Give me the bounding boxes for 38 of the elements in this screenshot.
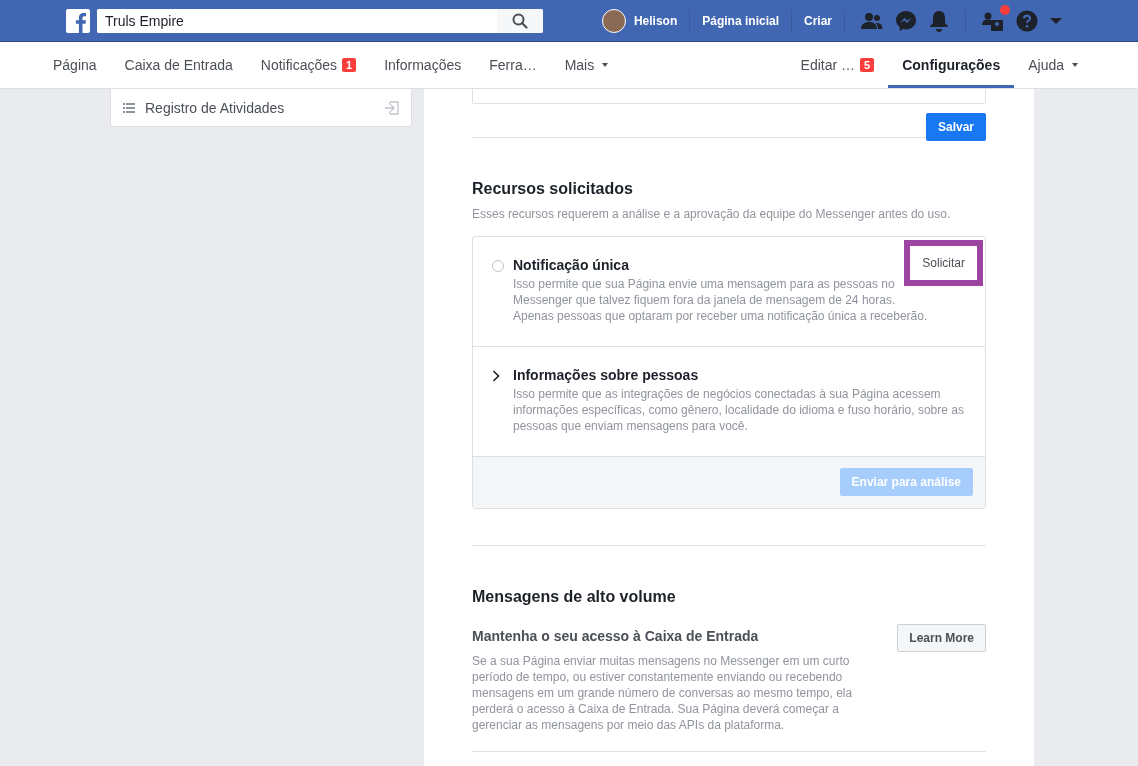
friends-icon[interactable] — [861, 12, 883, 30]
nav-tab[interactable]: Notificações 1 — [246, 42, 371, 88]
nav-tab[interactable]: Caixa de Entrada — [110, 42, 247, 88]
section-subtitle: Mantenha o seu acesso à Caixa de Entrada — [472, 628, 760, 644]
header-link[interactable]: Página inicial — [700, 14, 781, 28]
nav-tab[interactable]: Página — [39, 42, 111, 88]
request-button[interactable]: Solicitar — [904, 240, 983, 286]
sidebar-item[interactable]: Registro de Atividades — [145, 99, 285, 116]
avatar[interactable] — [601, 9, 626, 33]
section-subtitle: Esses recursos requerem a análise e a aprovação da equipe do Messenger antes do uso. — [472, 207, 952, 221]
count-badge: 1 — [342, 58, 357, 72]
header-link[interactable]: Criar — [802, 14, 834, 28]
nav-tab[interactable]: Ferra… — [475, 42, 551, 88]
input-field[interactable] — [472, 89, 986, 104]
nav-tab[interactable]: Mais — [550, 42, 623, 88]
page-icon[interactable] — [982, 11, 1004, 31]
section-title: Mensagens de alto volume — [472, 588, 677, 606]
feature-description: Isso permite que as integrações de negócios conectadas à sua Página acessem informações específicas, como gênero, localidade do idioma e fuso horário, sobre as pessoas que enviam mensagens para você. — [513, 386, 965, 434]
caret-icon[interactable] — [1050, 17, 1062, 25]
search-button[interactable] — [497, 9, 543, 33]
messenger-icon[interactable] — [895, 10, 917, 32]
count-badge: 5 — [860, 58, 875, 72]
help-icon[interactable] — [1016, 10, 1038, 32]
nav-tab[interactable]: Editar … 5 — [786, 42, 889, 88]
learn-more-button[interactable]: Learn More — [897, 624, 986, 652]
nav-tab[interactable]: Ajuda — [1014, 42, 1092, 88]
bell-icon[interactable] — [929, 10, 949, 32]
logo-icon[interactable] — [66, 9, 90, 33]
section-description: Se a sua Página enviar muitas mensagens no Messenger em um curto período de tempo, ou estiver constantemente enviando ou recebendo mensagens em um grande número de conversas ao mesmo tempo, ela perderá o acesso à Caixa de Entrada. Sua Página deverá começar a gerenciar as mensagens por meio das APIs da plataforma. — [472, 653, 854, 733]
feature-title: Informações sobre pessoas — [513, 367, 700, 383]
nav-tab[interactable]: Informações — [370, 42, 476, 88]
section-title: Recursos solicitados — [472, 180, 634, 198]
save-button[interactable]: Salvar — [925, 113, 986, 141]
list-icon — [123, 102, 135, 113]
search-icon — [512, 13, 528, 29]
sign-in-icon[interactable] — [385, 100, 399, 115]
profile-link[interactable]: Helison — [631, 14, 680, 28]
chevron-icon[interactable] — [492, 370, 500, 382]
